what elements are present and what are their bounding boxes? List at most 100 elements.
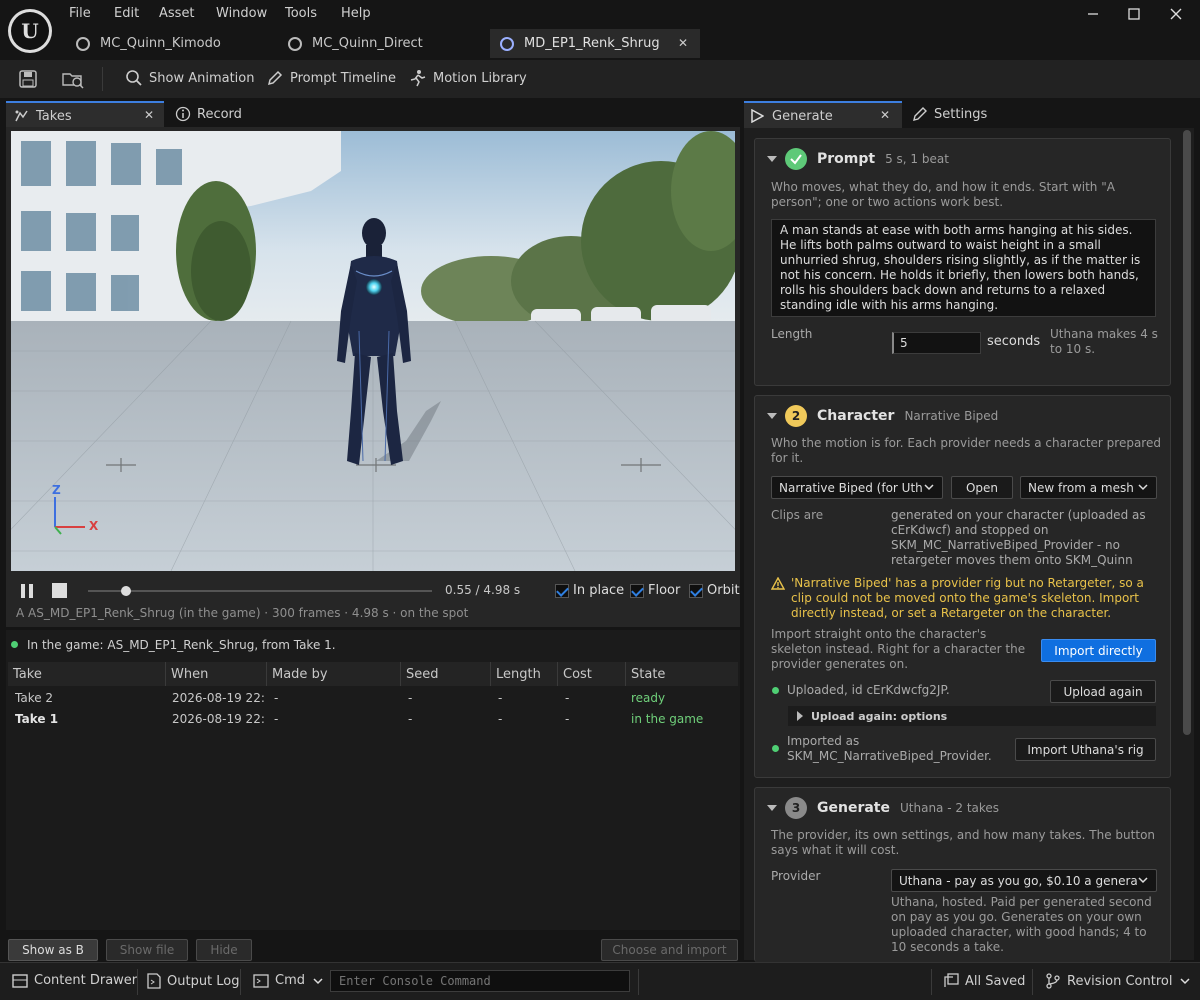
close-tab-icon[interactable]: ✕ — [880, 108, 890, 122]
cell-when: 2026-08-19 22: — [172, 712, 264, 726]
length-input[interactable]: 5 — [892, 332, 981, 354]
tab-generate[interactable]: Generate ✕ — [744, 101, 902, 128]
prompt-textarea[interactable]: A man stands at ease with both arms hang… — [771, 219, 1156, 317]
doc-tab-label: MD_EP1_Renk_Shrug — [524, 36, 660, 51]
divider — [638, 969, 639, 995]
divider — [931, 969, 932, 995]
menu-asset[interactable]: Asset — [159, 6, 195, 21]
cell-length: - — [498, 691, 503, 705]
menu-edit[interactable]: Edit — [114, 6, 139, 21]
pause-icon[interactable] — [20, 583, 34, 599]
new-from-mesh-dropdown[interactable]: New from a mesh — [1020, 476, 1157, 499]
doc-tab-label: MC_Quinn_Kimodo — [100, 36, 221, 51]
col-length[interactable]: Length — [491, 662, 558, 686]
log-icon — [147, 973, 161, 989]
prompt-header[interactable]: Prompt 5 s, 1 beat — [767, 148, 949, 170]
cmd-label: Cmd — [275, 973, 305, 988]
output-log-button[interactable]: Output Log — [147, 973, 240, 989]
provider-select[interactable]: Uthana - pay as you go, $0.10 a genera — [891, 869, 1157, 892]
open-button[interactable]: Open — [951, 476, 1013, 499]
in-place-label: In place — [573, 583, 625, 598]
import-directly-button[interactable]: Import directly — [1041, 639, 1156, 662]
close-tab-icon[interactable]: ✕ — [678, 36, 688, 50]
doc-tab-mc-quinn-kimodo[interactable]: MC_Quinn_Kimodo — [66, 29, 266, 58]
import-uthana-rig-button[interactable]: Import Uthana's rig — [1015, 738, 1156, 761]
character-select[interactable]: Narrative Biped (for Uth — [771, 476, 943, 499]
in-place-checkbox[interactable]: In place — [555, 583, 624, 598]
cell-length: - — [498, 712, 503, 726]
close-tab-icon[interactable]: ✕ — [144, 108, 154, 122]
stop-icon[interactable] — [52, 583, 67, 598]
motion-library-button[interactable]: Motion Library — [407, 69, 527, 87]
show-file-button[interactable]: Show file — [106, 939, 188, 961]
anim-asset-icon — [76, 36, 90, 51]
tab-record[interactable]: Record — [175, 101, 242, 127]
terminal-icon — [253, 973, 269, 988]
doc-tab-md-ep1-renk-shrug[interactable]: MD_EP1_Renk_Shrug ✕ — [490, 29, 700, 58]
play-icon — [751, 109, 764, 123]
warning-icon — [771, 577, 785, 590]
checkbox-checked-icon — [555, 583, 569, 598]
toolbar: Show Animation Prompt Timeline Motion Li… — [0, 60, 1200, 98]
prompt-section: Prompt 5 s, 1 beat Who moves, what they … — [754, 138, 1171, 386]
menu-help[interactable]: Help — [341, 6, 371, 21]
motion-library-label: Motion Library — [433, 70, 527, 86]
upload-options-expander[interactable]: Upload again: options — [788, 706, 1156, 726]
revision-control-dropdown[interactable]: Revision Control — [1045, 973, 1196, 989]
cell-when: 2026-08-19 22: — [172, 691, 264, 705]
playhead-handle[interactable] — [120, 586, 131, 596]
generate-header[interactable]: 3 Generate Uthana - 2 takes — [767, 797, 999, 819]
collapse-chevron-icon — [767, 413, 777, 419]
floor-checkbox[interactable]: Floor — [630, 583, 680, 598]
table-row[interactable]: Take 1 2026-08-19 22: - - - - in the gam… — [8, 709, 738, 729]
maximize-icon[interactable] — [1122, 3, 1146, 25]
choose-and-import-button[interactable]: Choose and import — [601, 939, 738, 961]
col-made-by[interactable]: Made by — [267, 662, 401, 686]
save-icon[interactable] — [18, 69, 38, 89]
scrollbar-thumb[interactable] — [1183, 130, 1191, 735]
col-take[interactable]: Take — [8, 662, 166, 686]
tab-settings[interactable]: Settings — [912, 101, 987, 127]
col-when[interactable]: When — [166, 662, 267, 686]
takes-status: In the game: AS_MD_EP1_Renk_Shrug, from … — [27, 638, 336, 652]
unreal-logo-icon[interactable]: U — [8, 9, 52, 53]
menu-file[interactable]: File — [69, 6, 91, 21]
content-drawer-button[interactable]: Content Drawer — [12, 973, 137, 988]
all-saved-button[interactable]: All Saved — [943, 973, 1025, 989]
divider — [137, 969, 138, 995]
hide-button[interactable]: Hide — [196, 939, 252, 961]
browse-asset-icon[interactable] — [61, 69, 85, 89]
orbit-checkbox[interactable]: Orbit — [689, 583, 740, 598]
chevron-down-icon — [1138, 877, 1148, 884]
col-seed[interactable]: Seed — [401, 662, 491, 686]
chevron-down-icon — [313, 977, 323, 984]
console-command-input[interactable] — [330, 970, 630, 992]
doc-tab-mc-quinn-direct[interactable]: MC_Quinn_Direct — [278, 29, 478, 58]
menu-window[interactable]: Window — [216, 6, 267, 21]
tab-takes[interactable]: Takes ✕ — [6, 101, 164, 127]
3d-viewport[interactable]: Z X — [11, 131, 735, 571]
cmd-dropdown[interactable]: Cmd — [253, 973, 329, 988]
retargeter-warning: 'Narrative Biped' has a provider rig but… — [791, 576, 1144, 620]
character-header[interactable]: 2 Character Narrative Biped — [767, 405, 998, 427]
generate-title: Generate — [817, 800, 890, 816]
timeline-scrubber[interactable] — [88, 586, 432, 596]
table-row[interactable]: Take 2 2026-08-19 22: - - - - ready — [8, 688, 738, 708]
show-as-b-button[interactable]: Show as B — [8, 939, 98, 961]
close-window-icon[interactable] — [1164, 3, 1188, 25]
chevron-down-icon — [924, 484, 934, 491]
pencil-icon — [913, 107, 927, 121]
floor-label: Floor — [648, 583, 681, 598]
show-animation-button[interactable]: Show Animation — [125, 69, 255, 87]
prompt-timeline-button[interactable]: Prompt Timeline — [266, 69, 396, 87]
col-cost[interactable]: Cost — [558, 662, 626, 686]
minimize-icon[interactable] — [1081, 3, 1105, 25]
anim-asset-icon — [500, 36, 514, 51]
import-help: Import straight onto the character's ske… — [771, 627, 1026, 671]
upload-again-button[interactable]: Upload again — [1050, 680, 1156, 703]
checkbox-checked-icon — [630, 583, 644, 598]
col-state[interactable]: State — [626, 662, 738, 686]
show-animation-label: Show Animation — [149, 70, 255, 86]
menu-tools[interactable]: Tools — [285, 6, 317, 21]
info-icon — [175, 106, 191, 122]
